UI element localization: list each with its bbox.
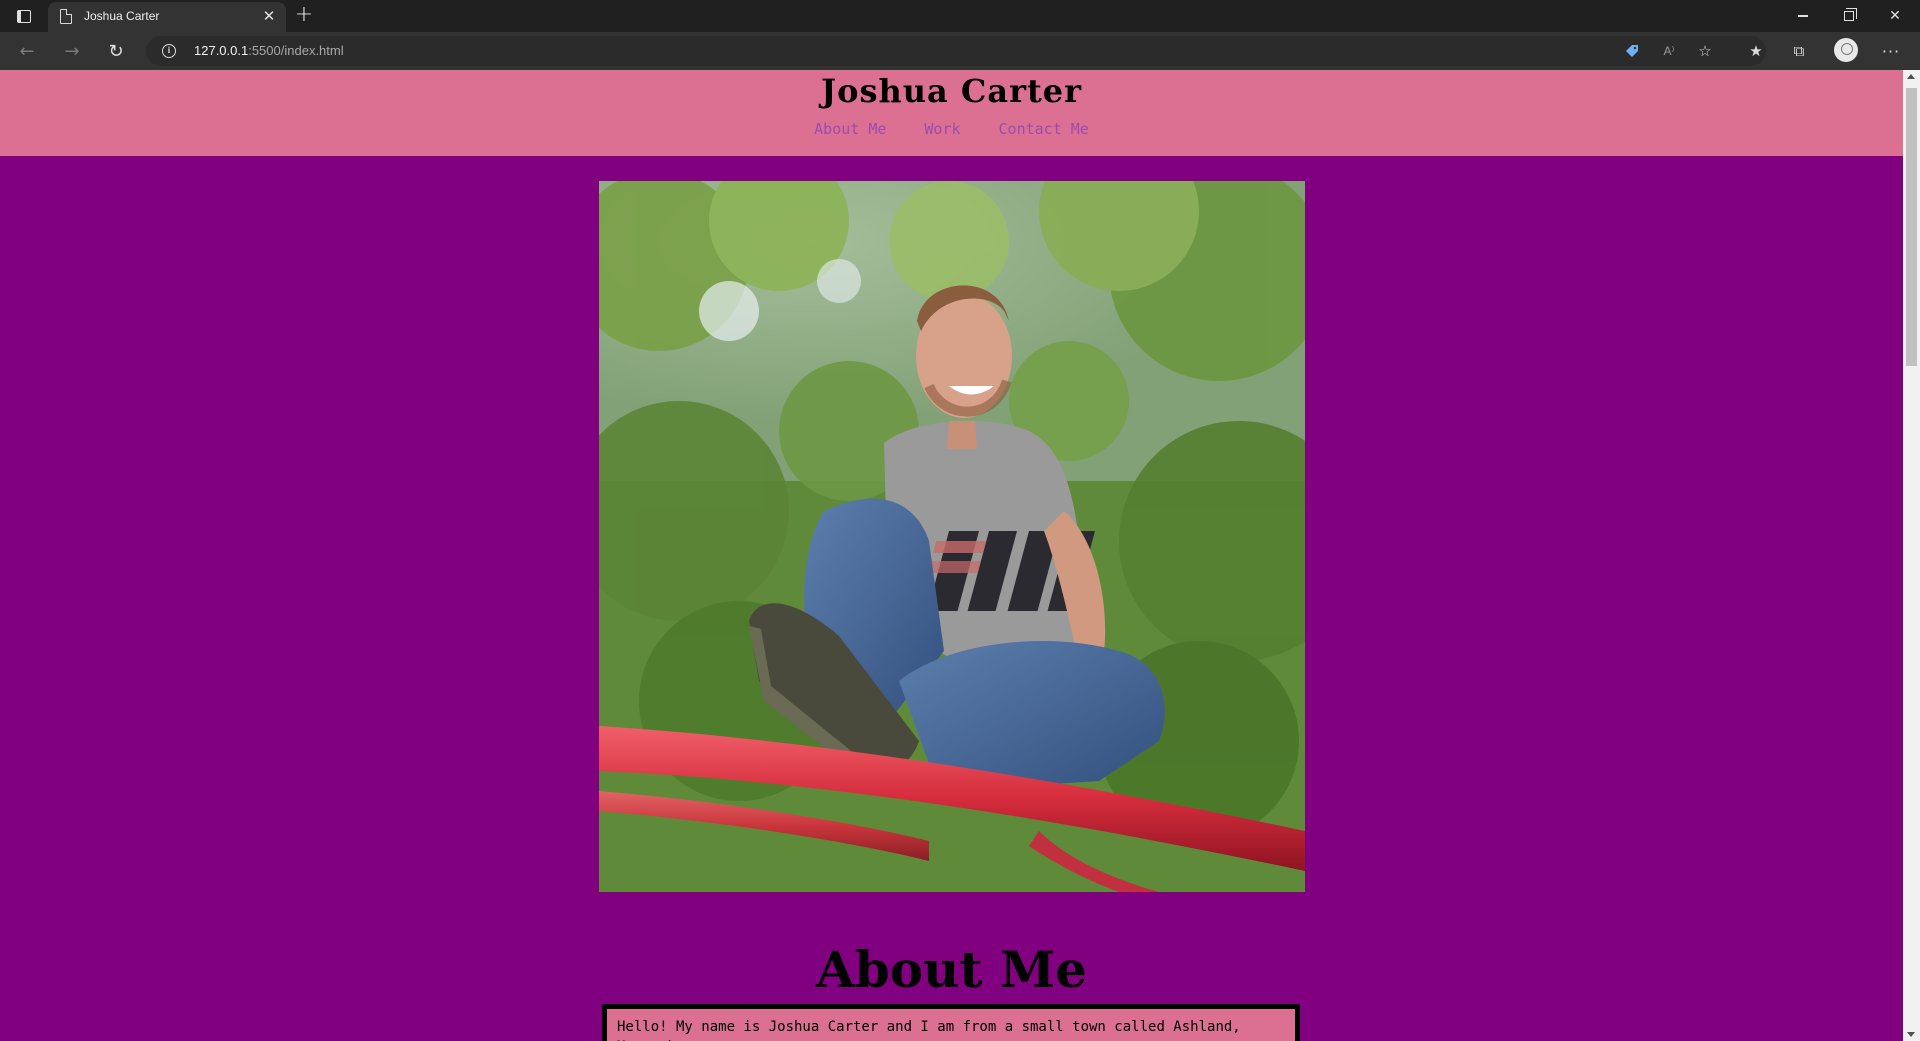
address-bar[interactable]: i 127.0.0.1:5500/index.html [146,36,1766,66]
scroll-up-arrow-icon[interactable] [1907,74,1915,79]
back-arrow-icon[interactable]: ← [14,38,40,64]
site-nav: About Me Work Contact Me [0,120,1903,138]
page-scrollbar[interactable] [1903,70,1920,1041]
page-viewport: Joshua Carter About Me Work Contact Me A… [0,70,1903,1041]
info-icon[interactable]: i [162,44,176,58]
nav-link-work[interactable]: Work [924,120,960,138]
more-icon[interactable]: ··· [1880,40,1902,62]
favorites-icon[interactable]: ★ [1745,40,1767,62]
read-aloud-icon[interactable]: A⁾ [1658,40,1680,62]
collections-icon[interactable]: ⧉ [1788,40,1810,62]
about-text-box: Hello! My name is Joshua Carter and I am… [602,1004,1300,1041]
profile-icon[interactable] [1834,38,1858,62]
forward-arrow-icon[interactable]: → [59,38,85,64]
nav-link-contact-me[interactable]: Contact Me [999,120,1089,138]
scroll-thumb[interactable] [1906,88,1917,366]
tag-icon[interactable] [1621,40,1643,62]
tab-actions-icon[interactable] [12,6,36,26]
about-heading: About Me [815,940,1088,999]
about-text: Hello! My name is Joshua Carter and I am… [617,1019,1241,1041]
url-host: 127.0.0.1 [194,43,249,58]
close-icon[interactable]: ✕ [260,7,278,25]
browser-tab[interactable]: Joshua Carter ✕ [48,2,286,32]
restore-button[interactable] [1826,0,1872,32]
scroll-down-arrow-icon[interactable] [1907,1032,1915,1037]
page-icon [60,9,72,24]
tab-title: Joshua Carter [84,9,160,23]
profile-photo [599,181,1305,892]
minimize-button[interactable] [1780,0,1826,32]
add-favorite-icon[interactable]: ☆ [1694,40,1716,62]
site-title: Joshua Carter [821,72,1082,110]
reload-icon[interactable]: ↻ [103,38,129,64]
close-window-button[interactable]: ✕ [1872,0,1918,32]
url-path: :5500/index.html [248,43,344,58]
browser-toolbar: ← → ↻ i 127.0.0.1:5500/index.html A⁾ ☆ ★… [0,32,1920,70]
nav-link-about-me[interactable]: About Me [814,120,886,138]
plus-icon[interactable]: + [292,4,316,28]
browser-tab-bar: Joshua Carter ✕ + ✕ [0,0,1920,32]
url-text[interactable]: 127.0.0.1:5500/index.html [194,43,344,58]
site-header: Joshua Carter About Me Work Contact Me [0,70,1903,156]
